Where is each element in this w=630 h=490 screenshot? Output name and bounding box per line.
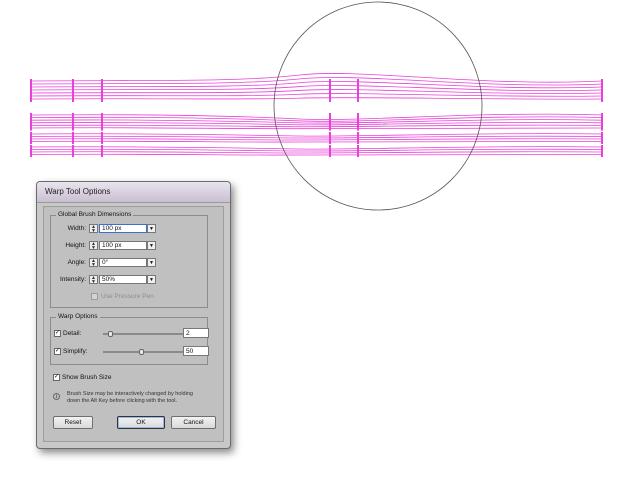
detail-slider-thumb[interactable] [108,331,113,337]
simplify-value-field[interactable]: 50 [183,346,209,356]
anchor-tick [101,145,103,157]
anchor-tick [329,132,331,144]
dialog-title: Warp Tool Options [45,187,111,196]
cancel-button[interactable]: Cancel [171,416,216,429]
warped-path [30,153,603,156]
simplify-checkbox[interactable]: ✓ [54,348,61,355]
warped-path [30,151,603,154]
angle-field[interactable]: 0° [99,258,147,267]
warp-options-group: Warp Options ✓ Detail: 2 ✓ Simplify: 50 [50,313,209,365]
anchor-tick [329,145,331,157]
anchor-tick [101,79,103,102]
global-brush-dimensions-title: Global Brush Dimensions [56,211,134,218]
intensity-dropdown-arrow-icon[interactable]: ▼ [147,275,156,284]
height-label: Height: [65,242,86,249]
use-pressure-pen-label: Use Pressure Pen [101,293,154,300]
warped-path [30,93,603,97]
show-brush-size-checkbox[interactable]: ✓ [53,374,60,381]
angle-label: Angle: [67,259,86,266]
height-field[interactable]: 100 px [99,241,147,250]
detail-value-field[interactable]: 2 [183,328,209,338]
anchor-tick [30,145,32,157]
anchor-tick [357,113,359,131]
width-label: Width: [67,225,86,232]
warped-path [30,133,603,137]
anchor-tick [101,132,103,144]
anchor-tick [357,145,359,157]
info-icon: i [53,393,60,400]
angle-spinner-icon[interactable]: ▲ ▼ [89,258,98,268]
intensity-label: Intensity: [59,276,86,283]
width-spinner-icon[interactable]: ▲ ▼ [89,224,98,234]
anchor-tick [601,145,603,157]
anchor-tick [601,113,603,131]
use-pressure-pen-checkbox[interactable] [91,293,98,300]
info-text: Brush Size may be interactively changed … [67,391,193,404]
warped-path [30,97,603,100]
global-brush-dimensions-group: Global Brush Dimensions Width: ▲ ▼ 100 px… [50,211,208,308]
anchor-tick [357,79,359,102]
intensity-field[interactable]: 50% [99,275,147,284]
anchor-tick [30,132,32,144]
warped-path [30,77,603,86]
warped-path [30,140,603,143]
height-spinner-icon[interactable]: ▲ ▼ [89,241,98,251]
anchor-tick [72,145,74,157]
anchor-tick [329,79,331,102]
dialog-body: Global Brush Dimensions Width: ▲ ▼ 100 px… [43,206,224,442]
angle-dropdown-arrow-icon[interactable]: ▼ [147,258,156,267]
warp-brush-circle [273,1,483,211]
warp-tool-options-dialog: Warp Tool Options Global Brush Dimension… [36,181,231,449]
warped-line-group [30,73,603,156]
anchor-ticks-group [30,79,603,157]
warped-path [30,124,603,128]
anchor-tick [601,79,603,102]
anchor-tick [72,113,74,131]
warp-options-title: Warp Options [56,313,100,320]
width-field[interactable]: 100 px [99,224,147,233]
simplify-slider-thumb[interactable] [139,349,144,355]
anchor-tick [329,113,331,131]
show-brush-size-label: Show Brush Size [62,374,112,381]
warped-path [30,138,603,141]
ok-button[interactable]: OK [117,416,165,429]
anchor-tick [601,132,603,144]
detail-checkbox[interactable]: ✓ [54,330,61,337]
anchor-tick [357,132,359,144]
anchor-tick [72,132,74,144]
width-dropdown-arrow-icon[interactable]: ▼ [147,224,156,233]
simplify-label: Simplify: [63,348,88,355]
warped-path [30,146,603,150]
height-dropdown-arrow-icon[interactable]: ▼ [147,241,156,250]
anchor-tick [30,79,32,102]
intensity-spinner-icon[interactable]: ▲ ▼ [89,275,98,285]
warped-path [30,127,603,130]
anchor-tick [30,113,32,131]
dialog-titlebar[interactable]: Warp Tool Options [37,182,230,203]
detail-label: Detail: [63,330,82,337]
anchor-tick [101,113,103,131]
detail-slider-track[interactable] [103,333,183,335]
anchor-tick [72,79,74,102]
reset-button[interactable]: Reset [53,416,93,429]
